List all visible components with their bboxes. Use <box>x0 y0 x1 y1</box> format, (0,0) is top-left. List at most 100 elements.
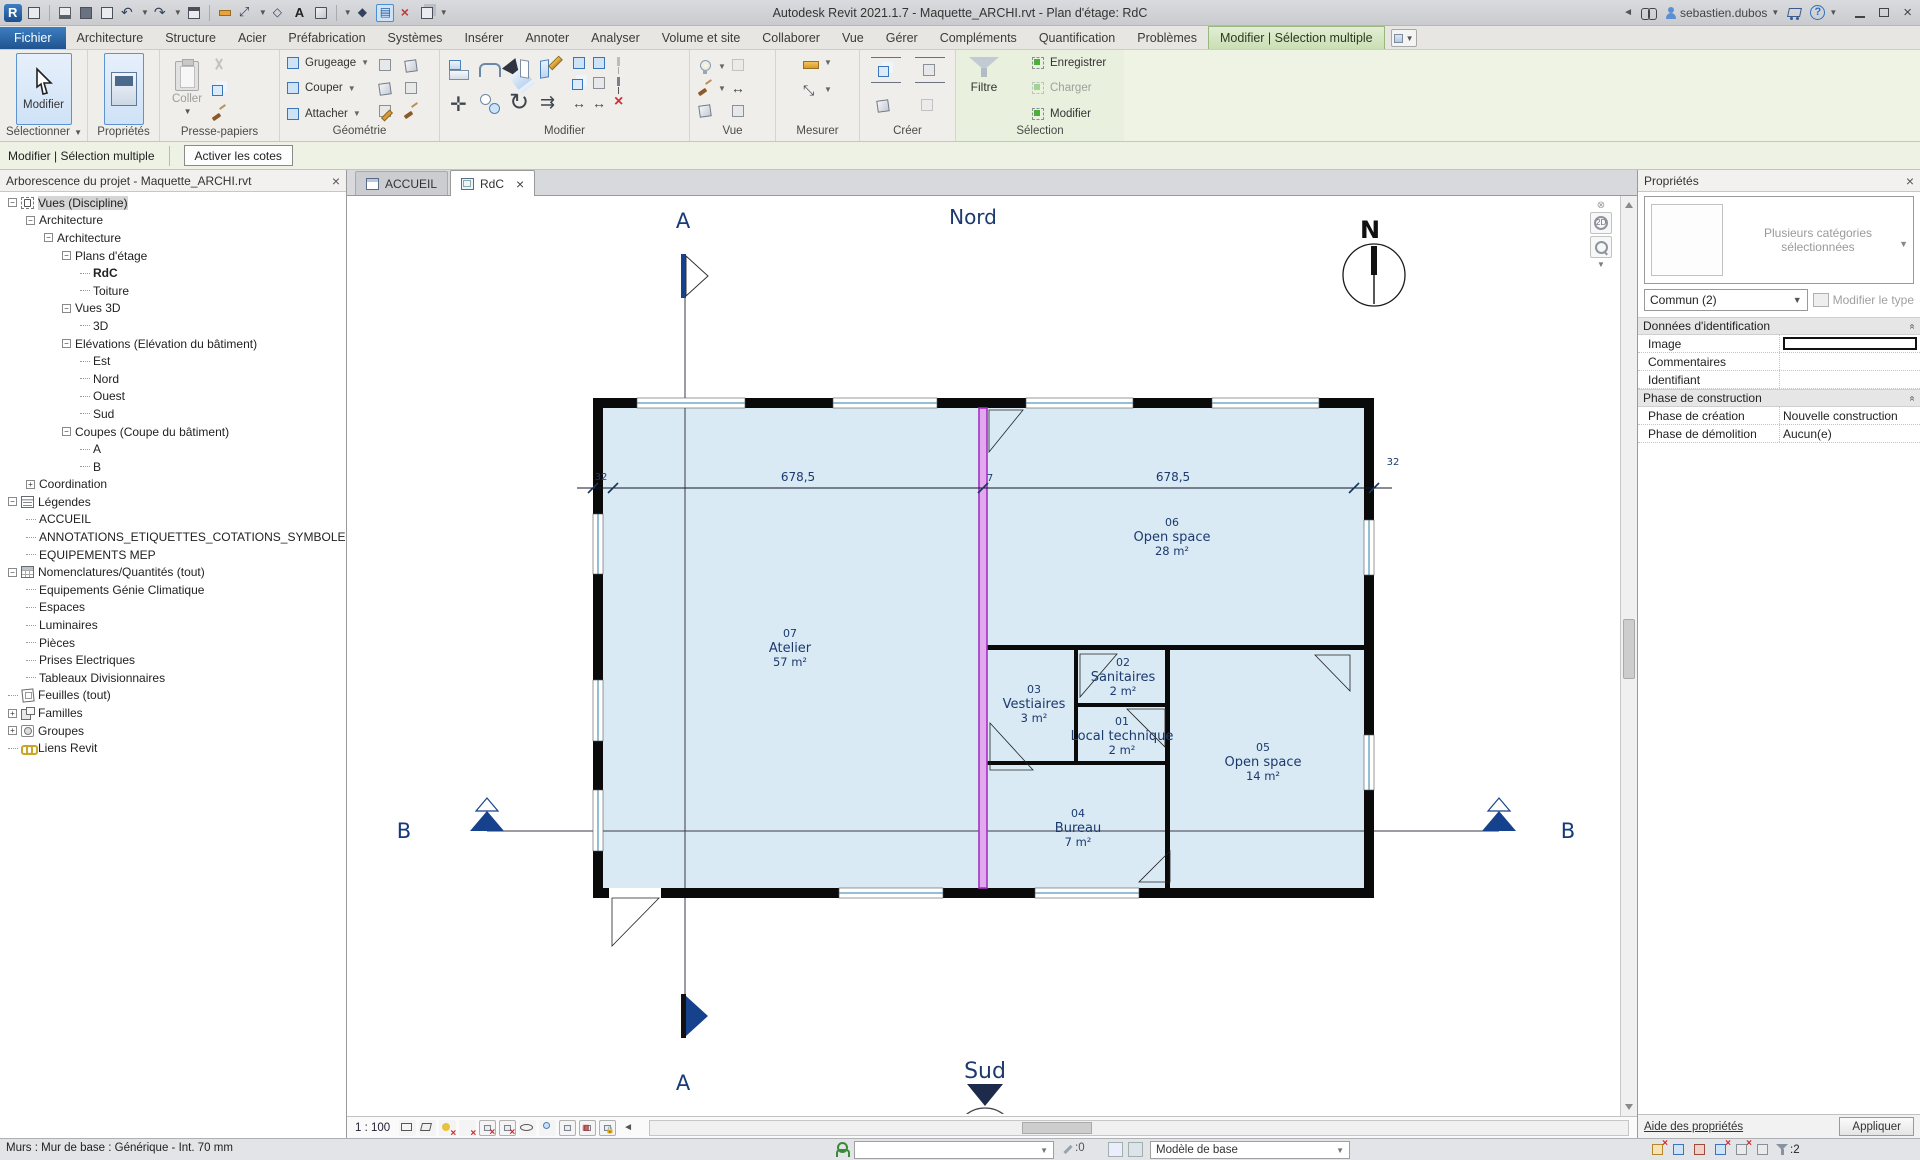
south-elevation-arrow[interactable] <box>967 1084 1003 1106</box>
exterior-wall-bottom[interactable] <box>593 888 1374 898</box>
exclude-links-icon[interactable]: × <box>1650 1142 1665 1157</box>
tree-item-coupes-coupe-du-b-timent-[interactable]: −Coupes (Coupe du bâtiment) <box>0 423 346 441</box>
copy-icon[interactable] <box>211 81 227 97</box>
demolish-icon[interactable] <box>403 103 419 119</box>
cope-icon[interactable] <box>403 57 419 73</box>
rotate-icon[interactable] <box>507 91 533 117</box>
property-value-phase-de-d-molition[interactable]: Aucun(e) <box>1780 425 1920 442</box>
snap-icon[interactable] <box>1755 1142 1770 1157</box>
filter-button[interactable]: Filtre <box>961 53 1007 98</box>
collapse-icon[interactable]: − <box>8 198 17 207</box>
tree-item-el-vations-el-vation-du-b-timent-[interactable]: −Elévations (Elévation du bâtiment) <box>0 335 346 353</box>
collapse-bar-icon[interactable]: ◄ <box>623 1122 633 1133</box>
dimension-value-1[interactable]: 678,5 <box>781 470 815 484</box>
close-icon[interactable]: × <box>332 175 340 187</box>
close-button[interactable]: × <box>1903 8 1912 18</box>
door-opening-bottom[interactable] <box>609 888 661 898</box>
vertical-scrollbar[interactable] <box>1620 196 1637 1116</box>
section-label-a-top[interactable]: A <box>676 209 691 233</box>
type-selector[interactable]: Plusieurs catégories sélectionnées ▼ <box>1644 196 1914 284</box>
tree-item-est[interactable]: Est <box>0 352 346 370</box>
room-01-number[interactable]: 01 <box>1115 715 1129 728</box>
ribbon-tab-quantification[interactable]: Quantification <box>1028 27 1126 49</box>
minimize-button[interactable] <box>1855 16 1865 18</box>
tree-item-annotations-etiquettes-cotations-symbole[interactable]: ANNOTATIONS_ETIQUETTES_COTATIONS_SYMBOLE… <box>0 528 346 546</box>
crop-region-icon[interactable]: × <box>499 1120 516 1136</box>
crop-view-icon[interactable]: × <box>479 1120 496 1136</box>
section-a-head-bar-top[interactable] <box>681 254 686 298</box>
geometry-attacher-button[interactable]: Attacher▼ <box>285 104 369 123</box>
tree-item-3d[interactable]: 3D <box>0 317 346 335</box>
interior-wall-3[interactable] <box>1078 703 1165 707</box>
ribbon-tab-compl-ments[interactable]: Compléments <box>929 27 1028 49</box>
room-03-name[interactable]: Vestiaires <box>1003 697 1066 712</box>
switch-windows-icon[interactable] <box>418 4 436 22</box>
tree-item-equipements-g-nie-climatique[interactable]: Equipements Génie Climatique <box>0 581 346 599</box>
sync-icon[interactable] <box>98 4 116 22</box>
dimension-value-3[interactable]: 678,5 <box>1156 470 1190 484</box>
room-03-number[interactable]: 03 <box>1027 683 1041 696</box>
delete-icon[interactable] <box>611 95 627 111</box>
expand-icon[interactable]: + <box>8 726 17 735</box>
tree-item-equipements-mep[interactable]: EQUIPEMENTS MEP <box>0 546 346 564</box>
ribbon-tab-collaborer[interactable]: Collaborer <box>751 27 831 49</box>
tree-item-pi-ces[interactable]: Pièces <box>0 634 346 652</box>
linework-icon[interactable] <box>697 80 713 96</box>
tree-item-toiture[interactable]: Toiture <box>0 282 346 300</box>
print-icon[interactable] <box>185 4 203 22</box>
measure-between-icon[interactable]: ⤡ <box>803 82 819 98</box>
ribbon-tab-probl-mes[interactable]: Problèmes <box>1126 27 1208 49</box>
collapse-icon[interactable]: − <box>62 427 71 436</box>
tree-item-luminaires[interactable]: Luminaires <box>0 616 346 634</box>
align-icon[interactable] <box>447 57 473 83</box>
horizontal-scroll-thumb[interactable] <box>1022 1122 1092 1134</box>
ribbon-tab-annoter[interactable]: Annoter <box>514 27 580 49</box>
room-05-number[interactable]: 05 <box>1256 741 1270 754</box>
tree-item-prises-electriques[interactable]: Prises Electriques <box>0 651 346 669</box>
ribbon-tab-architecture[interactable]: Architecture <box>66 27 155 49</box>
scroll-up-icon[interactable] <box>1625 198 1633 208</box>
array-icon[interactable] <box>537 91 563 117</box>
tag-icon[interactable] <box>270 4 288 22</box>
restore-button[interactable] <box>1879 8 1889 17</box>
collapse-search-icon[interactable]: ◄ <box>1623 7 1633 18</box>
measure-icon[interactable] <box>237 4 255 22</box>
match-type-icon[interactable] <box>211 105 227 121</box>
account-menu[interactable]: sebastien.dubos ▼ <box>1665 6 1779 20</box>
reveal-hidden-icon[interactable] <box>697 59 713 75</box>
temporary-hide-icon[interactable] <box>519 1120 536 1136</box>
temporary-view-properties-icon[interactable] <box>559 1120 576 1136</box>
property-value-image[interactable] <box>1780 335 1920 352</box>
move-icon[interactable] <box>447 91 473 117</box>
analytical-model-icon[interactable]: ▦ <box>579 1120 596 1136</box>
tree-item-accueil[interactable]: ACCUEIL <box>0 511 346 529</box>
revit-logo-icon[interactable] <box>4 4 22 22</box>
panel-properties-label[interactable]: Propriétés <box>88 125 159 141</box>
collapse-icon[interactable]: − <box>26 216 35 225</box>
close-icon[interactable]: × <box>1906 175 1914 187</box>
project-properties-icon[interactable] <box>25 4 43 22</box>
tree-item-ouest[interactable]: Ouest <box>0 388 346 406</box>
exclude-pinned-icon[interactable]: × <box>1713 1142 1728 1157</box>
reveal-hidden-elements-icon[interactable] <box>539 1120 556 1136</box>
south-label[interactable]: Sud <box>964 1059 1006 1084</box>
apply-button[interactable]: Appliquer <box>1839 1117 1914 1136</box>
ribbon-tab-acier[interactable]: Acier <box>227 27 277 49</box>
detail-level-icon[interactable] <box>399 1120 416 1136</box>
door-swing-6[interactable] <box>612 898 659 946</box>
store-cart-icon[interactable] <box>1787 7 1802 18</box>
tree-item-architecture[interactable]: −Architecture <box>0 229 346 247</box>
room-06-name[interactable]: Open space <box>1134 530 1211 545</box>
beam-icon[interactable] <box>377 80 393 96</box>
exterior-wall-right[interactable] <box>1364 398 1374 898</box>
collapse-icon[interactable]: − <box>44 233 53 242</box>
tree-item-tableaux-divisionnaires[interactable]: Tableaux Divisionnaires <box>0 669 346 687</box>
create-similar-icon[interactable] <box>871 93 897 119</box>
offset-icon[interactable] <box>477 57 503 83</box>
collapse-icon[interactable]: − <box>62 339 71 348</box>
scroll-down-icon[interactable] <box>1625 1104 1633 1114</box>
navbar-chevron-icon[interactable]: ▼ <box>1597 260 1605 269</box>
edit-type-button[interactable]: Modifier le type <box>1813 293 1914 307</box>
design-option-combo[interactable]: Modèle de base▼ <box>1150 1141 1350 1159</box>
select-underlay-icon[interactable]: × <box>1734 1142 1749 1157</box>
